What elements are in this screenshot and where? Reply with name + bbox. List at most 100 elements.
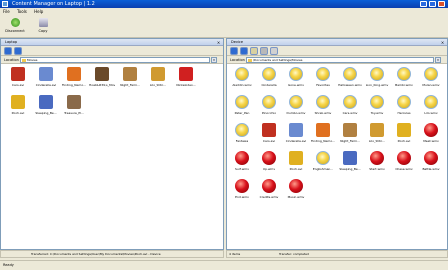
file-item[interactable]: Peter_Pan — [229, 95, 255, 121]
file-item[interactable]: Pinocchio — [256, 95, 282, 121]
file-item[interactable]: Englishman... — [310, 151, 336, 177]
file-item[interactable]: Finding_Nemo... — [61, 67, 87, 93]
favorite-file-icon — [316, 95, 330, 109]
file-item[interactable]: Treasure_Pl... — [61, 95, 87, 121]
file-item[interactable]: Night_Fami... — [117, 67, 143, 93]
menu-file[interactable]: File — [0, 8, 13, 15]
file-item[interactable]: Start.wmv — [364, 151, 390, 177]
maximize-button[interactable] — [429, 1, 436, 7]
view-icon[interactable] — [260, 47, 268, 55]
file-item[interactable]: Favorites — [310, 67, 336, 93]
file-item[interactable]: Howl&#39;s_Movi... — [89, 67, 115, 93]
video-thumbnail — [67, 67, 81, 81]
file-item[interactable]: Night_Fami... — [337, 123, 363, 149]
file-name: Sleeping_Be... — [339, 167, 361, 171]
file-item[interactable]: Dumbo.wmv — [283, 95, 309, 121]
file-item[interactable]: Cinderella.avi — [33, 67, 59, 93]
file-item[interactable]: Toy.wmv — [364, 95, 390, 121]
media-file-icon — [235, 179, 249, 193]
file-item[interactable]: Bambi.wmv — [391, 67, 417, 93]
minimize-button[interactable] — [420, 1, 427, 7]
file-name: Meet.wmv — [423, 139, 439, 143]
laptop-nav-toolbar — [1, 46, 223, 56]
file-item[interactable]: Credits.wmv — [256, 179, 282, 205]
device-location-row: Location \Documents and Settings\Movies … — [227, 56, 447, 64]
file-item[interactable]: Up.wmv — [256, 151, 282, 177]
disconnect-button[interactable]: Disconnect — [4, 17, 26, 36]
video-thumbnail — [11, 95, 25, 109]
file-name: Cars.wmv — [342, 111, 358, 115]
laptop-status-right: Transferred: C:\Documents and Settings\U… — [31, 252, 161, 256]
file-name: Finding_Nemo... — [311, 139, 335, 143]
delete-icon[interactable] — [270, 47, 278, 55]
file-item[interactable]: Nickelodeo... — [173, 67, 199, 93]
file-item[interactable]: Pooh.avi — [5, 95, 31, 121]
location-dropdown-icon[interactable]: ▾ — [435, 57, 441, 63]
close-icon[interactable]: × — [216, 40, 221, 45]
file-name: Cinderella.avi — [35, 83, 57, 87]
menu-tools[interactable]: Tools — [14, 8, 30, 15]
video-thumbnail — [39, 95, 53, 109]
copy-label: Copy — [38, 29, 48, 33]
file-item[interactable]: Lion_King.wmv — [364, 67, 390, 93]
file-name: Cinderella — [261, 83, 277, 87]
file-item[interactable]: Fantasia — [229, 123, 255, 149]
file-item[interactable]: Pooh.avi — [283, 151, 309, 177]
favorite-file-icon — [289, 95, 303, 109]
file-name: Lilo_Stitc... — [149, 83, 167, 87]
forward-icon[interactable] — [14, 47, 22, 55]
media-file-icon — [397, 151, 411, 165]
file-item[interactable]: Chase.wmv — [391, 151, 417, 177]
copy-button[interactable]: Copy — [32, 17, 54, 36]
back-icon[interactable] — [230, 47, 238, 55]
up-folder-icon[interactable] — [250, 47, 258, 55]
file-item[interactable]: Cinderella — [256, 67, 282, 93]
file-item[interactable]: Surf.wmv — [229, 151, 255, 177]
menu-help[interactable]: Help — [31, 8, 46, 15]
file-name: Pinocchio — [261, 111, 277, 115]
file-item[interactable]: Lilo_Stitc... — [145, 67, 171, 93]
file-item[interactable]: Cars.avi — [256, 123, 282, 149]
file-item[interactable]: Battle.wmv — [418, 151, 444, 177]
file-item[interactable]: Mulan.wmv — [418, 67, 444, 93]
file-item[interactable]: Lilo.wmv — [418, 95, 444, 121]
menu-bar: File Tools Help — [0, 8, 448, 15]
file-item[interactable]: End.wmv — [229, 179, 255, 205]
file-item[interactable]: Shrek.wmv — [310, 95, 336, 121]
video-thumbnail — [289, 123, 303, 137]
location-dropdown-icon[interactable]: ▾ — [211, 57, 217, 63]
forward-icon[interactable] — [240, 47, 248, 55]
file-item[interactable]: Music.wmv — [283, 179, 309, 205]
close-button[interactable] — [438, 1, 445, 7]
back-icon[interactable] — [4, 47, 12, 55]
file-item[interactable]: Cars.wmv — [337, 95, 363, 121]
file-item[interactable]: Meet.wmv — [418, 123, 444, 149]
video-thumbnail — [343, 151, 357, 165]
file-name: Favorites — [316, 83, 330, 87]
file-item[interactable]: Halloween.wmv — [337, 67, 363, 93]
laptop-location-input[interactable]: Movies — [20, 57, 210, 63]
file-name: Englishman... — [312, 167, 334, 171]
file-item[interactable]: Aladdin.wmv — [229, 67, 255, 93]
file-item[interactable]: Cinderella.avi — [283, 123, 309, 149]
media-file-icon — [370, 151, 384, 165]
favorite-file-icon — [235, 95, 249, 109]
close-icon[interactable]: × — [440, 40, 445, 45]
file-item[interactable]: Gone.wmv — [283, 67, 309, 93]
app-icon — [2, 1, 8, 7]
file-item[interactable]: Cars.avi — [5, 67, 31, 93]
file-item[interactable]: Sleeping_Be... — [33, 95, 59, 121]
file-name: End.wmv — [235, 195, 249, 199]
device-location-input[interactable]: \Documents and Settings\Movies — [246, 57, 434, 63]
favorite-file-icon — [424, 67, 438, 81]
file-item[interactable]: Finding_Nemo... — [310, 123, 336, 149]
file-name: Lion_King.wmv — [365, 83, 389, 87]
video-thumbnail — [67, 95, 81, 109]
file-item[interactable]: Sleeping_Be... — [337, 151, 363, 177]
device-status-left: 4 items — [229, 252, 241, 256]
file-name: Hercules — [397, 111, 411, 115]
file-name: Fantasia — [235, 139, 249, 143]
file-item[interactable]: Pooh.avi — [391, 123, 417, 149]
file-item[interactable]: Lilo_Stitc... — [364, 123, 390, 149]
file-item[interactable]: Hercules — [391, 95, 417, 121]
